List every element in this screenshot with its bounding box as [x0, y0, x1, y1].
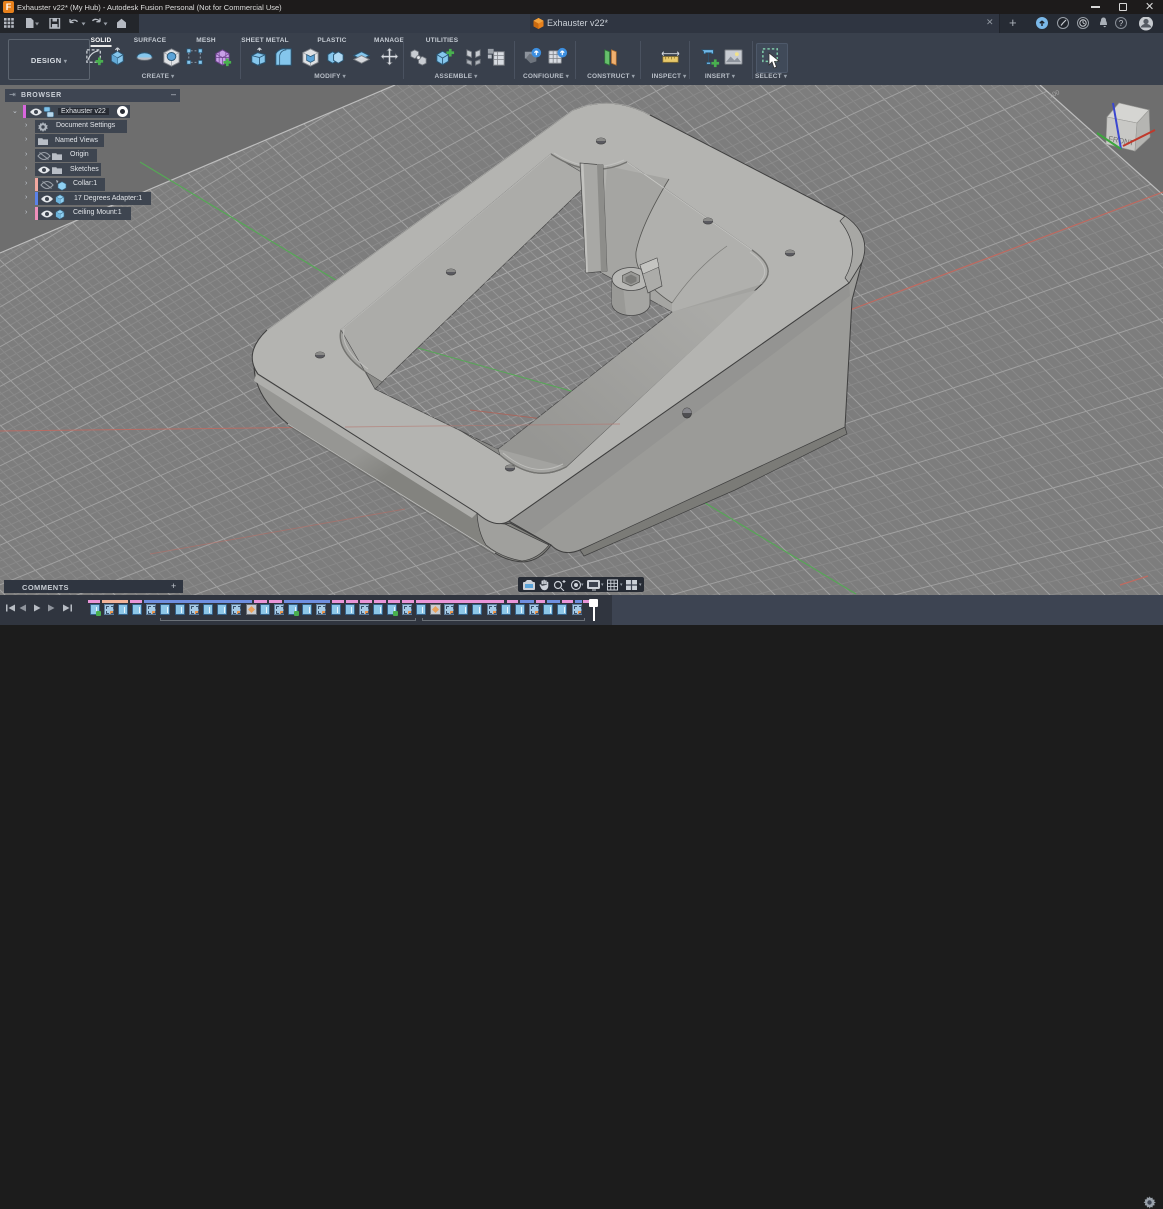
svg-text:?: ? [1119, 19, 1124, 28]
